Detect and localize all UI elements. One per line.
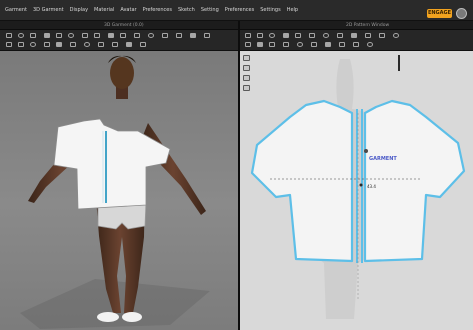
move-icon[interactable]	[18, 33, 24, 38]
topstitch-icon[interactable]	[353, 42, 359, 47]
tack-icon[interactable]	[68, 33, 74, 38]
pin-point	[364, 149, 368, 153]
front-right-pattern	[363, 99, 466, 263]
fold-icon[interactable]	[56, 33, 62, 38]
viewport-3d[interactable]	[0, 51, 238, 330]
sew-icon[interactable]	[351, 33, 357, 38]
eraser-icon[interactable]	[243, 75, 250, 81]
point-icon[interactable]	[30, 42, 36, 47]
toolbar-3d	[0, 30, 238, 51]
left-shoe	[97, 312, 119, 322]
menu-item[interactable]: Setting	[201, 5, 219, 15]
select-icon[interactable]	[6, 33, 12, 38]
internal-line-icon[interactable]	[309, 33, 315, 38]
add-point-icon[interactable]	[269, 33, 275, 38]
line-icon[interactable]	[18, 42, 24, 47]
menu-item[interactable]: Sketch	[178, 5, 195, 15]
pin-icon[interactable]	[44, 33, 50, 38]
viewport-2d-header: 2D Pattern Window	[240, 21, 473, 30]
menu-item[interactable]: Preferences	[225, 5, 254, 15]
symmetry-icon[interactable]	[393, 33, 399, 38]
menu-item[interactable]: Help	[287, 5, 298, 15]
reset-icon[interactable]	[140, 42, 146, 47]
rectangle-icon[interactable]	[283, 33, 289, 38]
right-arm	[140, 123, 206, 215]
pattern-name-label: GARMENT	[369, 156, 397, 162]
camera-icon[interactable]	[148, 33, 154, 38]
eyedropper-icon[interactable]	[243, 85, 250, 91]
simulate-icon[interactable]	[98, 42, 104, 47]
menu-item[interactable]: Garment	[5, 5, 27, 15]
brush-icon[interactable]	[82, 33, 88, 38]
curve-icon[interactable]	[44, 42, 50, 47]
grain-icon[interactable]	[269, 42, 275, 47]
edit-point-icon[interactable]	[257, 33, 263, 38]
viewport-2d-title: 2D Pattern Window	[346, 23, 390, 28]
ruler-icon[interactable]	[297, 42, 303, 47]
menu-items: Garment 3D Garment Display Material Avat…	[5, 5, 298, 15]
graphic-icon[interactable]	[325, 42, 331, 47]
head	[110, 57, 134, 89]
puckering-icon[interactable]	[339, 42, 345, 47]
brand-badge-button[interactable]: ENGAGE	[427, 9, 452, 18]
display-icon[interactable]	[190, 33, 196, 38]
measure-point	[359, 183, 363, 187]
fabric-icon[interactable]	[94, 33, 100, 38]
free-sew-icon[interactable]	[379, 33, 385, 38]
measure-readout: 43.4	[367, 184, 376, 189]
strain-icon[interactable]	[112, 42, 118, 47]
toolbar-2d	[240, 30, 473, 51]
viewport-2d[interactable]: GARMENT 43.4	[240, 51, 473, 330]
menu-item[interactable]: Display	[70, 5, 88, 15]
segment-sew-icon[interactable]	[365, 33, 371, 38]
viewport-3d-header: 3D Garment (0.0)	[0, 21, 238, 30]
seam-icon[interactable]	[56, 42, 62, 47]
light-icon[interactable]	[162, 33, 168, 38]
menu-item[interactable]: Material	[94, 5, 114, 15]
pattern-side-toolbar	[243, 55, 251, 95]
avatar[interactable]	[456, 8, 467, 19]
menu-bar: Garment 3D Garment Display Material Avat…	[0, 0, 473, 21]
menu-item[interactable]: 3D Garment	[33, 5, 64, 15]
texture-icon[interactable]	[108, 33, 114, 38]
trace-icon[interactable]	[245, 42, 251, 47]
dart-icon[interactable]	[337, 33, 343, 38]
scrollbar-thumb	[398, 55, 400, 71]
grid-icon[interactable]	[204, 33, 210, 38]
pencil-icon[interactable]	[243, 55, 250, 61]
annotation-icon[interactable]	[283, 42, 289, 47]
zipper-icon[interactable]	[84, 42, 90, 47]
select-pattern-icon[interactable]	[245, 33, 251, 38]
texture-edit-icon[interactable]	[311, 42, 317, 47]
render-icon[interactable]	[176, 33, 182, 38]
front-left-pattern	[250, 99, 354, 263]
menu-item[interactable]: Preferences	[143, 5, 172, 15]
rotate-icon[interactable]	[30, 33, 36, 38]
button-icon[interactable]	[70, 42, 76, 47]
viewport-3d-title: 3D Garment (0.0)	[104, 23, 144, 28]
notch-icon[interactable]	[257, 42, 263, 47]
measure-icon[interactable]	[134, 33, 140, 38]
pattern-canvas	[250, 55, 466, 319]
polygon-icon[interactable]	[295, 33, 301, 38]
fold-arrange-icon[interactable]	[367, 42, 373, 47]
circle-icon[interactable]	[323, 33, 329, 38]
avatar-icon[interactable]	[120, 33, 126, 38]
scissors-icon[interactable]	[6, 42, 12, 47]
avatar-scene	[20, 55, 210, 329]
menu-item[interactable]: Settings	[260, 5, 281, 15]
right-shoe	[122, 312, 142, 322]
menu-item[interactable]: Avatar	[120, 5, 136, 15]
brush-icon[interactable]	[243, 65, 250, 71]
fit-icon[interactable]	[126, 42, 132, 47]
